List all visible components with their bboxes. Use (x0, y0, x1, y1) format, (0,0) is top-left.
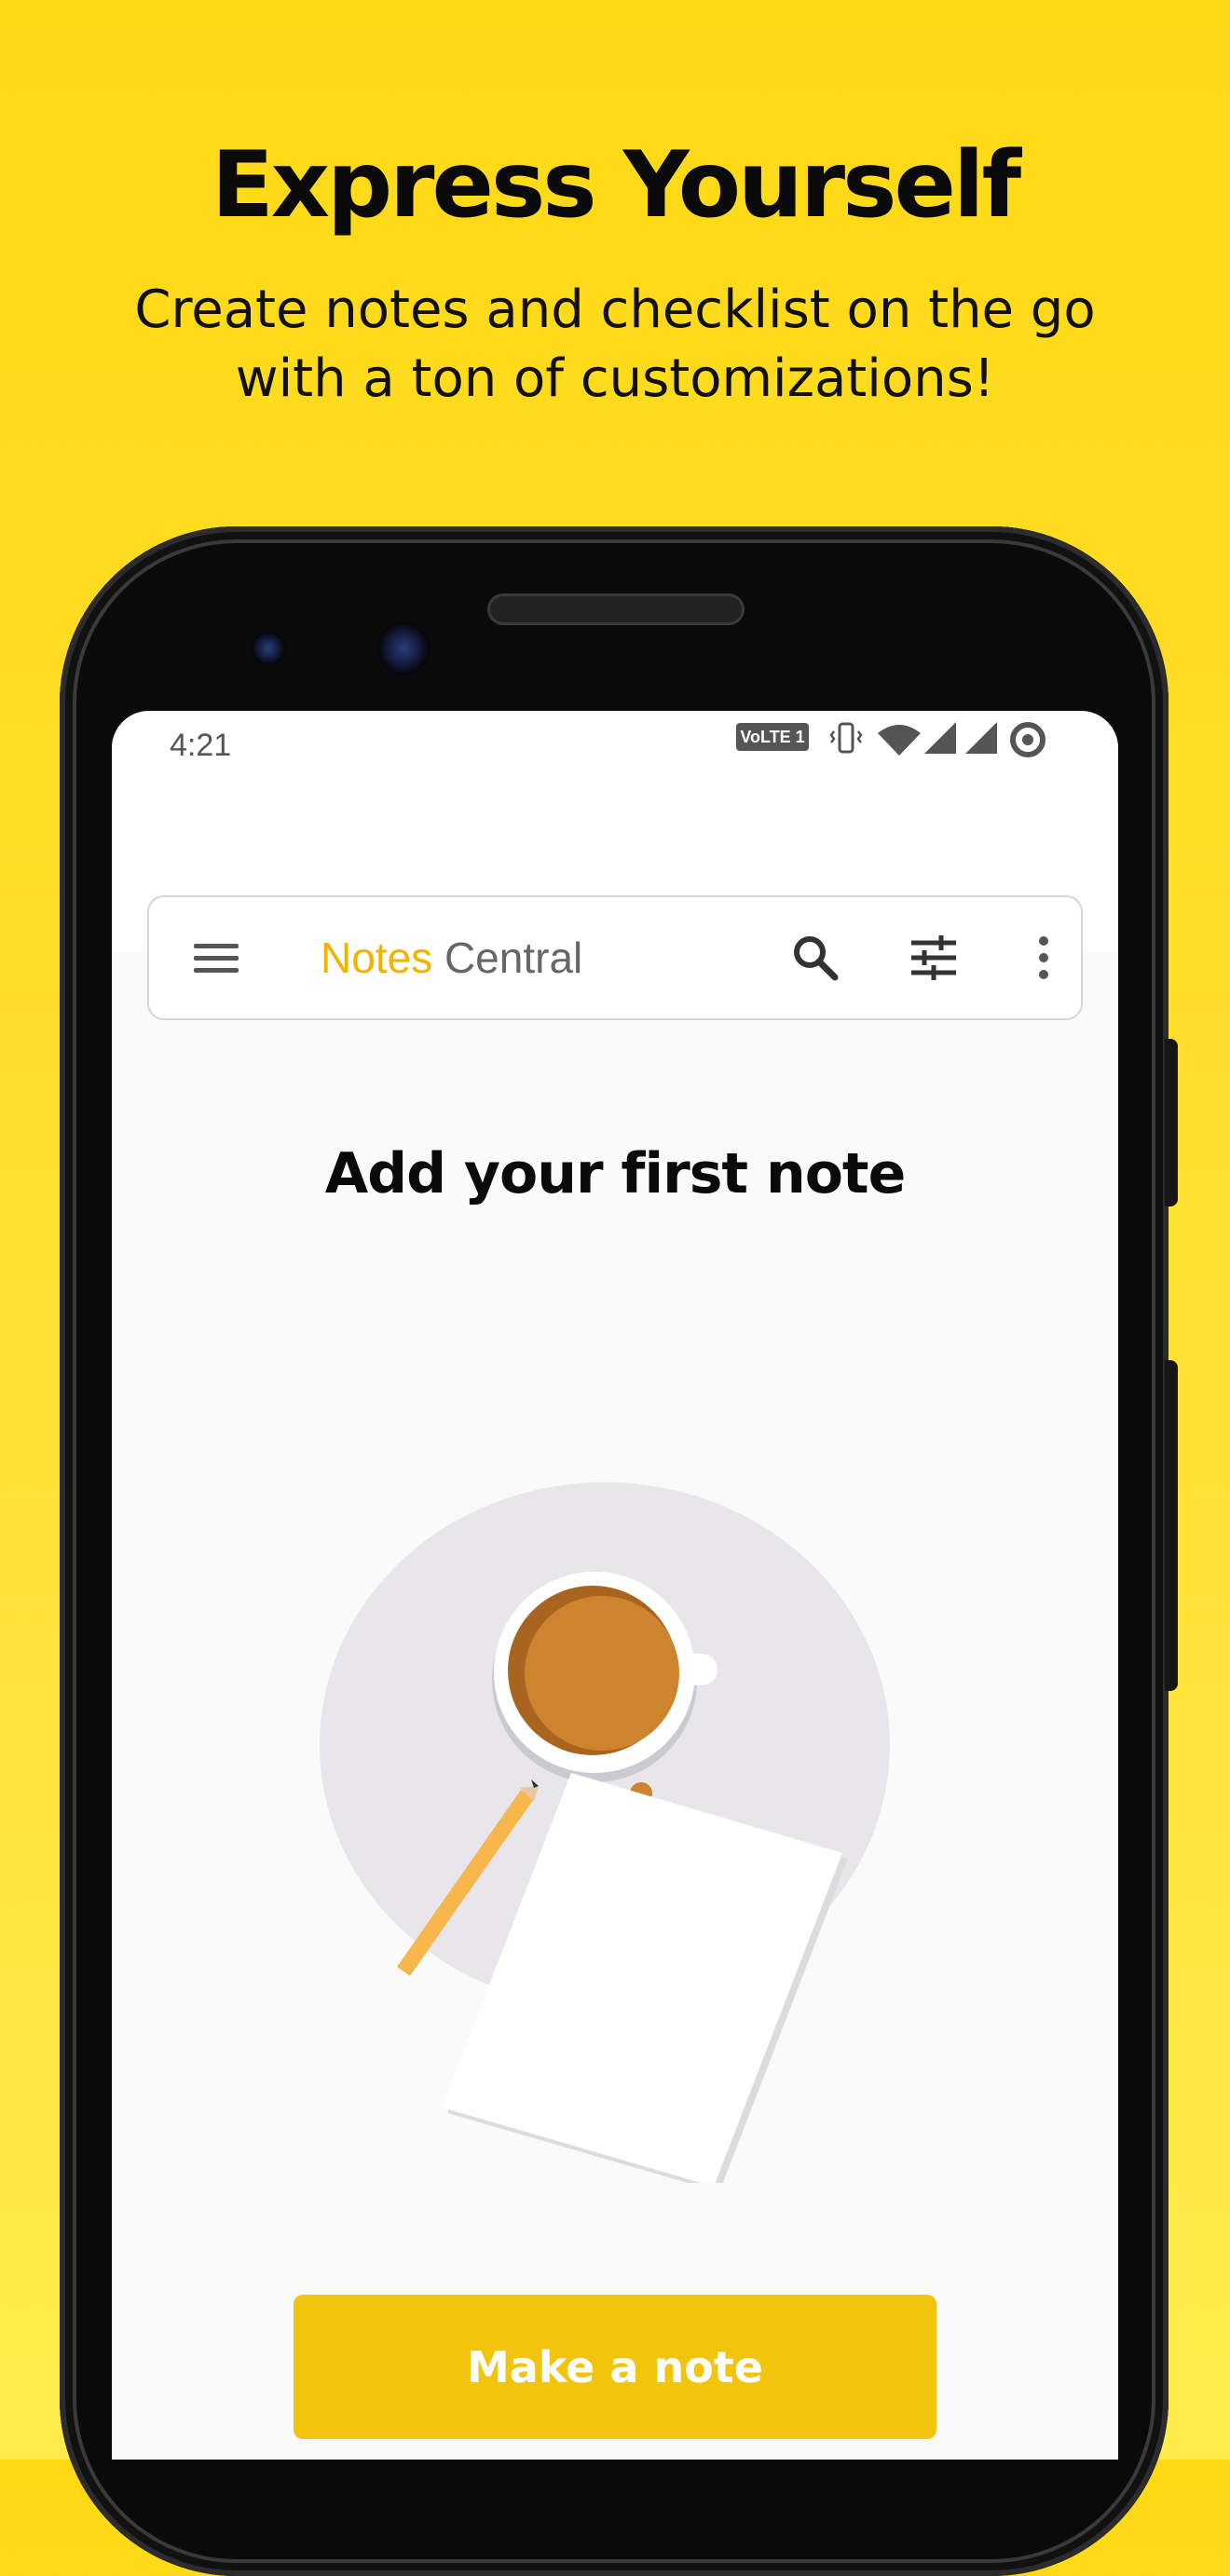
signal-icon (965, 722, 997, 754)
phone-side-button (1165, 1360, 1178, 1691)
promo-subtitle: Create notes and checklist on the go wit… (93, 276, 1137, 414)
empty-state-heading: Add your first note (324, 1141, 907, 1206)
phone-side-button (1165, 1039, 1178, 1206)
toolbar: Notes Central (147, 895, 1083, 1020)
make-note-button[interactable]: Make a note (294, 2295, 936, 2439)
phone-camera (377, 622, 430, 675)
status-time: 4:21 (170, 728, 232, 763)
promo-title: Express Yourself (211, 132, 1021, 239)
volte-icon: VoLTE 1 (736, 723, 809, 751)
app-title: Notes Central (321, 933, 582, 983)
status-bar: 4:21 VoLTE 1 (112, 711, 1118, 804)
appbar-area: Notes Central (112, 804, 1118, 1020)
wifi-icon (878, 725, 921, 756)
promo-subtitle-line-2: with a ton of customizations! (235, 348, 995, 409)
phone-speaker (487, 593, 745, 625)
coffee-highlight (525, 1596, 679, 1751)
signal-icon (924, 722, 956, 754)
data-saver-icon (1010, 722, 1046, 757)
phone-camera (252, 632, 285, 665)
more-vert-icon[interactable] (1014, 928, 1073, 988)
app-title-accent: Notes (321, 934, 433, 982)
phone-screen: 4:21 VoLTE 1 Notes Central Add your firs… (112, 711, 1118, 2460)
filter-icon[interactable] (904, 928, 964, 988)
promo-subtitle-line-1: Create notes and checklist on the go (134, 279, 1096, 340)
menu-icon[interactable] (186, 928, 246, 988)
empty-notes-illustration (320, 1482, 890, 2183)
vibrate-icon (829, 722, 863, 754)
search-icon[interactable] (786, 928, 845, 988)
app-title-rest: Central (444, 934, 583, 982)
